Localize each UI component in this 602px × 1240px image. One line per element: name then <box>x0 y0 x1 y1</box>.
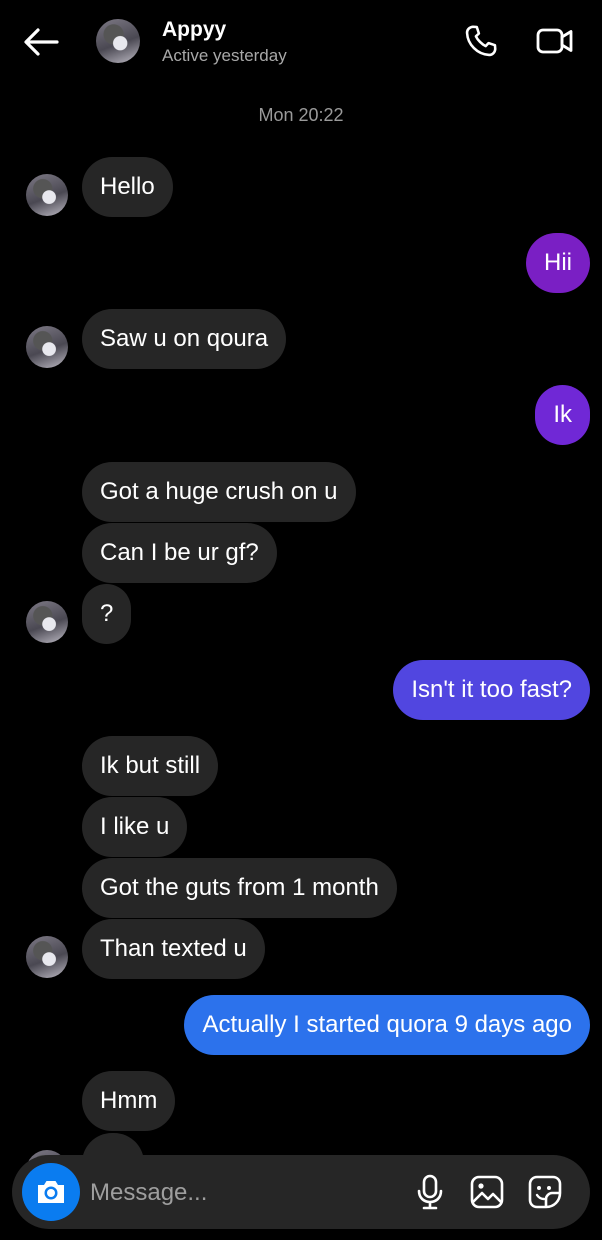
chat-screen: Appyy Active yesterday Mon 20:22 Hello Hi… <box>0 0 602 1240</box>
incoming-message-bubble[interactable]: Saw u on qoura <box>82 309 287 369</box>
outgoing-message-bubble[interactable]: Actually I started quora 9 days ago <box>184 995 590 1055</box>
outgoing-message-bubble[interactable]: Ik <box>535 385 590 445</box>
back-button[interactable] <box>20 22 62 62</box>
conversation-timestamp: Mon 20:22 <box>258 105 344 125</box>
incoming-message-row: Hello <box>0 157 602 217</box>
outgoing-message-row: Hii <box>0 233 602 293</box>
incoming-message-row: Got a huge crush on u <box>0 462 602 522</box>
sender-avatar[interactable] <box>26 936 68 978</box>
incoming-message-bubble[interactable]: Can I be ur gf? <box>82 523 277 583</box>
contact-name[interactable]: Appyy <box>162 18 226 42</box>
incoming-message-row: Got the guts from 1 month <box>0 858 602 918</box>
incoming-message-row: Hmm <box>0 1071 602 1131</box>
incoming-message-bubble[interactable]: Hmm <box>82 1071 176 1131</box>
incoming-message-row: Ik but still <box>0 736 602 796</box>
voice-call-button[interactable] <box>462 22 500 60</box>
video-camera-icon <box>536 28 573 54</box>
incoming-message-bubble[interactable]: Hello <box>82 157 173 217</box>
sticker-icon <box>528 1175 562 1209</box>
sender-avatar[interactable] <box>26 326 68 368</box>
incoming-message-row: I like u <box>0 797 602 857</box>
incoming-message-bubble[interactable]: Got the guts from 1 month <box>82 858 397 918</box>
camera-button[interactable] <box>22 1163 80 1221</box>
microphone-icon <box>417 1174 443 1210</box>
outgoing-message-row: Actually I started quora 9 days ago <box>0 995 602 1055</box>
camera-icon <box>38 1181 64 1203</box>
incoming-message-row: Saw u on qoura <box>0 309 602 369</box>
sticker-button[interactable] <box>526 1173 564 1211</box>
outgoing-message-bubble[interactable]: Hii <box>526 233 590 293</box>
sender-avatar[interactable] <box>26 174 68 216</box>
incoming-message-bubble[interactable]: ? <box>82 584 132 644</box>
chat-header: Appyy Active yesterday <box>0 0 602 86</box>
outgoing-message-row: Ik <box>0 385 602 445</box>
phone-icon <box>465 25 497 57</box>
contact-avatar[interactable] <box>96 19 140 63</box>
incoming-message-row: Than texted u <box>0 919 602 979</box>
outgoing-message-row: Isn't it too fast? <box>0 660 602 720</box>
outgoing-message-bubble[interactable]: Isn't it too fast? <box>393 660 590 720</box>
message-composer <box>12 1155 590 1229</box>
back-arrow-icon <box>24 28 59 56</box>
incoming-message-bubble[interactable]: Ik but still <box>82 736 219 796</box>
incoming-message-row: Can I be ur gf? <box>0 523 602 583</box>
gallery-icon <box>470 1175 504 1209</box>
video-call-button[interactable] <box>534 22 576 60</box>
sender-avatar[interactable] <box>26 601 68 643</box>
message-input[interactable] <box>90 1173 390 1213</box>
gallery-button[interactable] <box>468 1173 506 1211</box>
voice-message-button[interactable] <box>412 1173 448 1211</box>
incoming-message-bubble[interactable]: I like u <box>82 797 188 857</box>
incoming-message-bubble[interactable]: Got a huge crush on u <box>82 462 356 522</box>
incoming-message-row: ? <box>0 584 602 644</box>
incoming-message-bubble[interactable]: Than texted u <box>82 919 265 979</box>
contact-status: Active yesterday <box>162 46 287 65</box>
